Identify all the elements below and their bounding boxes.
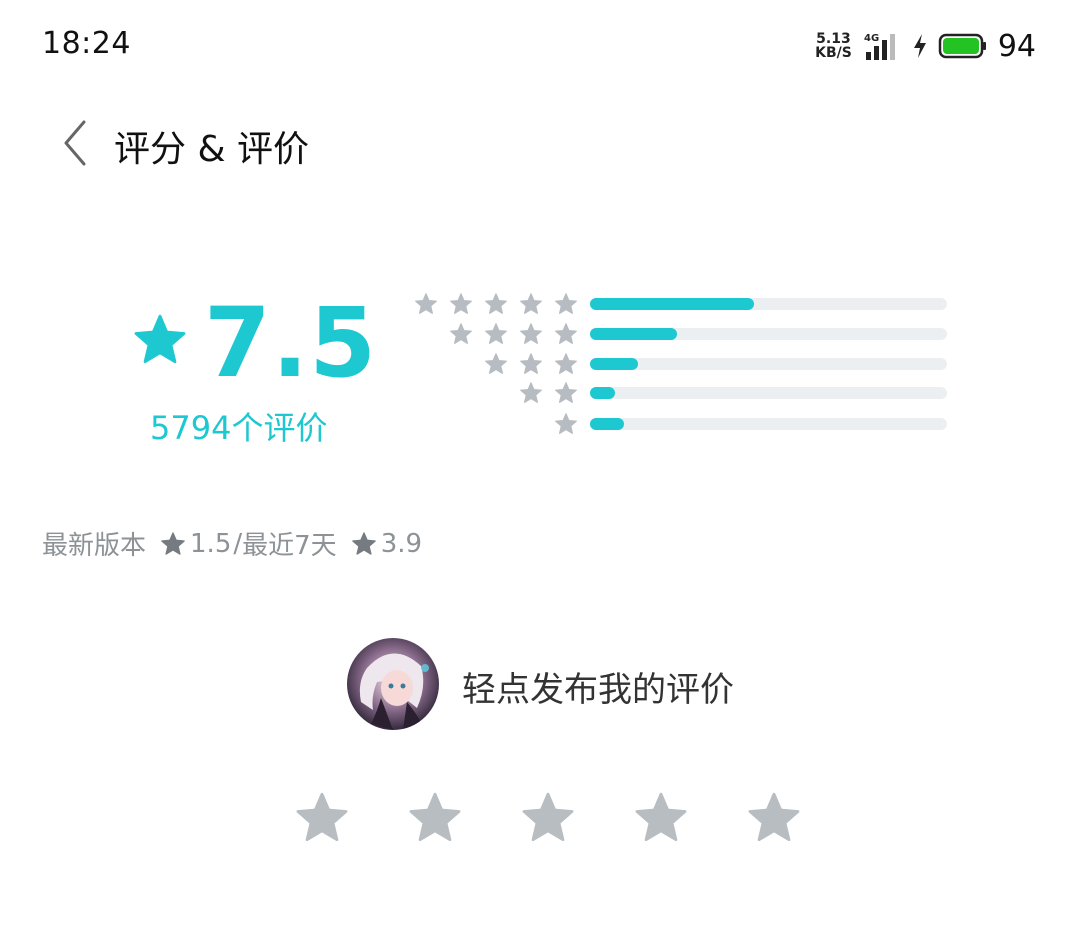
star-icon — [485, 293, 507, 314]
star-icon — [520, 293, 542, 314]
distribution-bar-fill — [590, 387, 615, 399]
distribution-bar-track — [590, 387, 947, 399]
status-icons: 5.13 KB/S 4G 94 — [815, 26, 1036, 66]
rate-star-1-button[interactable] — [294, 790, 350, 846]
star-icon — [520, 382, 542, 403]
star-group — [519, 381, 578, 405]
star-icon — [450, 323, 472, 344]
star-icon — [555, 293, 577, 314]
star-icon — [351, 531, 376, 555]
star-icon — [555, 323, 577, 344]
distribution-row-5-star — [408, 292, 968, 316]
average-score: 7.5 — [204, 287, 378, 399]
star-group — [414, 292, 578, 316]
signal-icon: 4G — [864, 33, 895, 60]
star-icon — [555, 353, 577, 374]
latest-version-score: 1.5 — [190, 528, 232, 559]
page-title: 评分 & 评价 — [114, 129, 309, 170]
network-speed-unit: KB/S — [815, 45, 852, 61]
avatar[interactable] — [347, 638, 439, 730]
rate-stars — [294, 790, 802, 846]
rate-star-5-button[interactable] — [746, 790, 802, 846]
star-icon — [485, 323, 507, 344]
star-icon — [520, 323, 542, 344]
distribution-bar-fill — [590, 298, 755, 310]
distribution-bar-track — [590, 358, 947, 370]
star-group — [554, 412, 578, 436]
star-icon — [555, 413, 577, 434]
star-icon — [415, 293, 437, 314]
distribution-bar-fill — [590, 418, 624, 430]
rating-count: 5794个评价 — [150, 409, 328, 447]
network-speed-value: 5.13 — [816, 31, 851, 47]
rate-star-2-button[interactable] — [407, 790, 463, 846]
status-time: 18:24 — [42, 26, 131, 61]
distribution-bar-track — [590, 418, 947, 430]
recent-score: 3.9 — [380, 528, 423, 559]
charging-icon — [913, 34, 926, 58]
latest-version-label: 最新版本 — [42, 531, 147, 561]
distribution-bar-fill — [590, 358, 639, 370]
back-button[interactable] — [60, 118, 90, 168]
rate-star-4-button[interactable] — [633, 790, 689, 846]
distribution-row-3-star — [408, 352, 968, 376]
star-icon — [161, 531, 185, 555]
distribution-row-4-star — [408, 322, 968, 346]
star-icon — [555, 382, 577, 403]
star-icon — [520, 353, 542, 374]
recent-label: 最近7天 — [242, 531, 337, 561]
distribution-row-1-star — [408, 412, 968, 436]
distribution-row-2-star — [408, 381, 968, 405]
star-group — [484, 352, 578, 376]
distribution-bar-track — [590, 328, 947, 340]
star-icon — [485, 353, 507, 374]
compose-review-prompt[interactable]: 轻点发布我的评价 — [462, 662, 734, 711]
star-icon — [450, 293, 472, 314]
network-type-label: 4G — [864, 33, 879, 44]
battery-icon — [938, 33, 986, 59]
star-group — [449, 322, 578, 346]
distribution-bar-track — [590, 298, 947, 310]
battery-percent: 94 — [997, 28, 1036, 64]
avatar-image — [347, 638, 439, 730]
rate-star-3-button[interactable] — [520, 790, 576, 846]
separator: / — [233, 528, 243, 559]
star-icon — [134, 314, 186, 364]
version-rating-line: 最新版本 1.5 / 最近7天 3.9 — [42, 525, 422, 562]
distribution-bar-fill — [590, 328, 678, 340]
network-speed: 5.13 KB/S — [815, 32, 852, 60]
